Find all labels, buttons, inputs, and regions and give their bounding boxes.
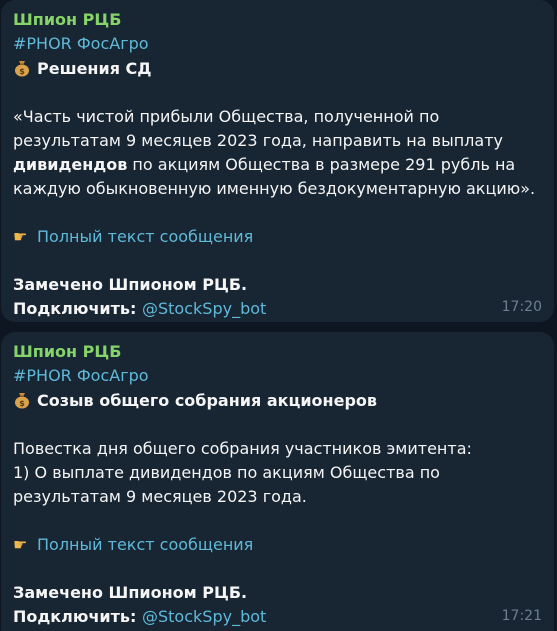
money-bag-icon: $ [15, 393, 29, 409]
body-bold-text: дивидендов [13, 155, 128, 174]
pointing-hand-icon: ☛ [13, 535, 28, 554]
pointing-hand-icon: ☛ [13, 227, 28, 246]
subscribe-label: Подключить: [13, 607, 137, 626]
bot-link[interactable]: @StockSpy_bot [142, 607, 266, 626]
subscribe-row: Подключить: @StockSpy_bot [13, 605, 543, 629]
hashtag-line: #PHOR ФосАгро [13, 32, 543, 56]
svg-text:$: $ [19, 399, 25, 408]
message-feed: Шпион РЦБ #PHOR ФосАгро $ Решения СД «Ча… [0, 0, 557, 631]
message-heading: $ Созыв общего собрания акционеров [13, 388, 543, 413]
full-text-row: ☛ Полный текст сообщения [13, 533, 543, 557]
money-bag-icon: $ [15, 61, 29, 77]
bot-link[interactable]: @StockSpy_bot [142, 299, 266, 318]
hashtag-line: #PHOR ФосАгро [13, 364, 543, 388]
heading-text: Решения СД [37, 59, 152, 78]
subscribe-label: Подключить: [13, 299, 137, 318]
noticed-label: Замечено Шпионом РЦБ. [13, 275, 248, 294]
message-time: 17:21 [501, 608, 542, 624]
svg-text:$: $ [19, 67, 25, 76]
message-body: Повестка дня общего собрания участников … [13, 437, 543, 509]
full-text-link[interactable]: Полный текст сообщения [37, 535, 253, 554]
message-body: «Часть чистой прибыли Общества, полученн… [13, 105, 543, 201]
hashtag-link[interactable]: #PHOR ФосАгро [13, 34, 149, 53]
hashtag-link[interactable]: #PHOR ФосАгро [13, 366, 149, 385]
message-heading: $ Решения СД [13, 56, 543, 81]
message-bubble: Шпион РЦБ #PHOR ФосАгро $ Созыв общего с… [1, 332, 554, 631]
body-text: Повестка дня общего собрания участников … [13, 439, 472, 458]
message-bubble: Шпион РЦБ #PHOR ФосАгро $ Решения СД «Ча… [1, 0, 554, 322]
full-text-link[interactable]: Полный текст сообщения [37, 227, 253, 246]
noticed-label: Замечено Шпионом РЦБ. [13, 583, 248, 602]
full-text-row: ☛ Полный текст сообщения [13, 225, 543, 249]
heading-text: Созыв общего собрания акционеров [37, 391, 378, 410]
sender-name[interactable]: Шпион РЦБ [13, 8, 543, 32]
subscribe-row: Подключить: @StockSpy_bot [13, 297, 543, 321]
body-text-line2: 1) О выплате дивидендов по акциям Общест… [13, 463, 440, 506]
body-text: «Часть чистой прибыли Общества, полученн… [13, 107, 503, 150]
message-time: 17:20 [501, 299, 542, 315]
sender-name[interactable]: Шпион РЦБ [13, 340, 543, 364]
